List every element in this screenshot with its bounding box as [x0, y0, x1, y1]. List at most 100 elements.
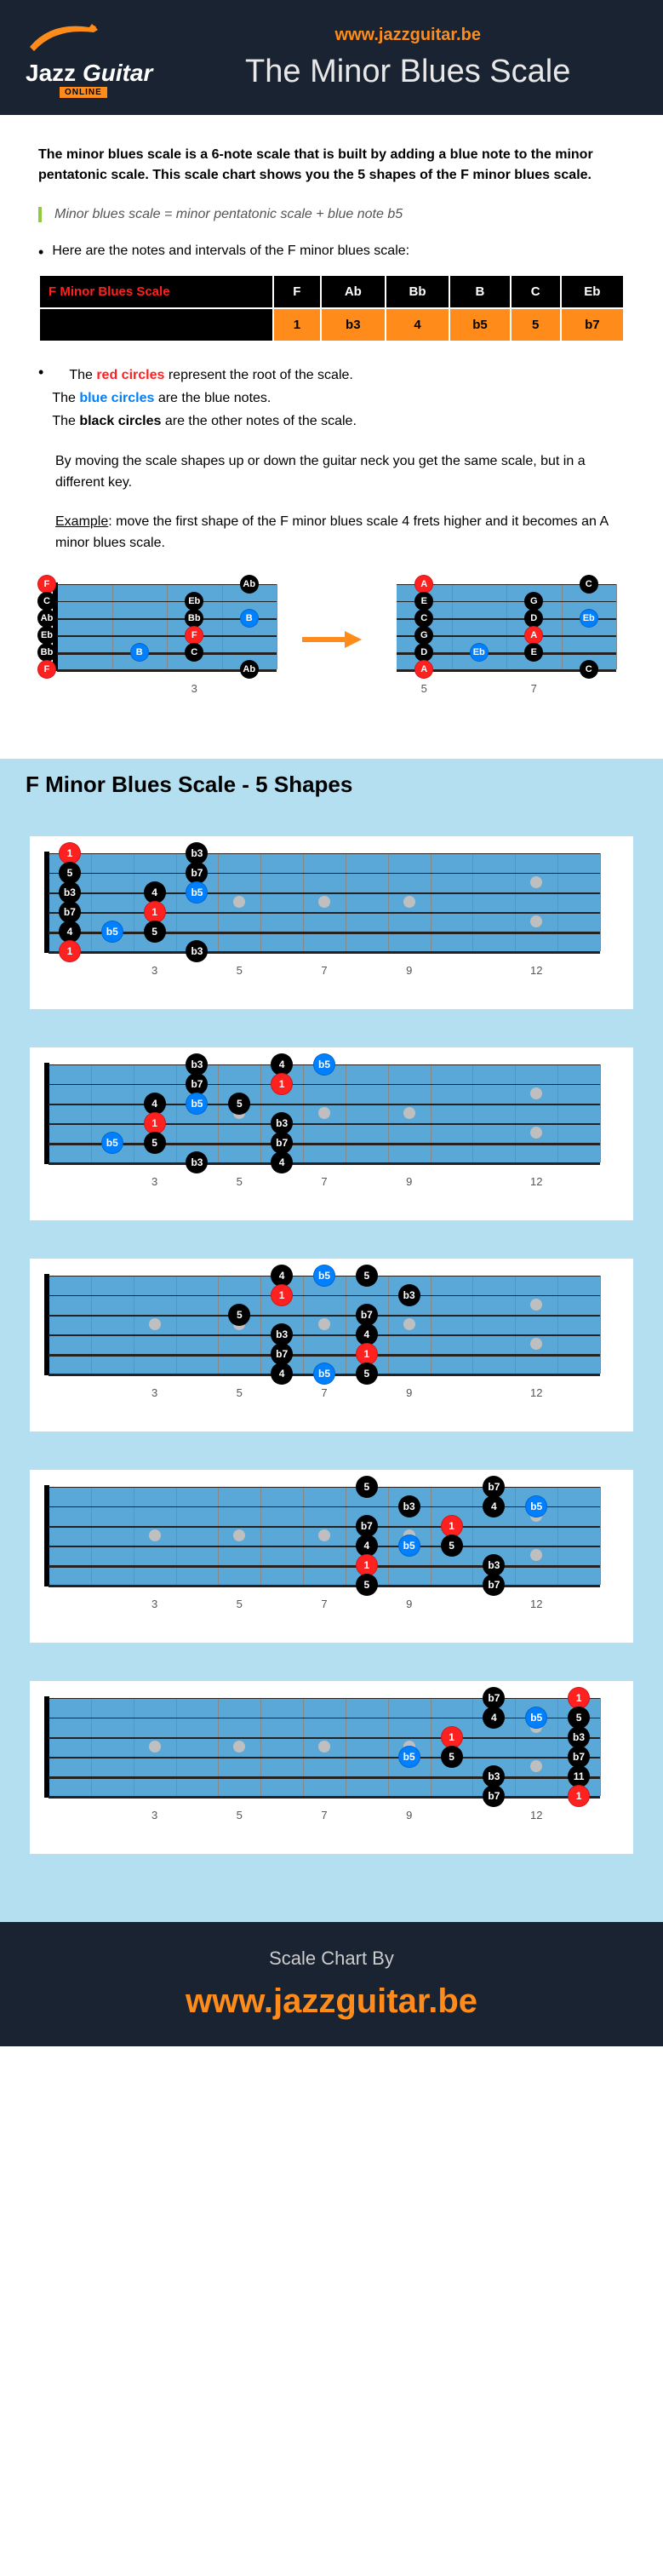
fret-number: 3	[151, 1386, 157, 1399]
scale-dot: b5	[313, 1053, 335, 1076]
scale-dot: Eb	[37, 626, 56, 645]
fret-number: 9	[406, 1809, 412, 1822]
scale-dot: b5	[101, 1132, 123, 1154]
shape-diagram: 4b551b35b7b34b714b55357912	[30, 1259, 633, 1431]
scale-dot: 5	[356, 1363, 378, 1385]
table-row: 1b34b55b7	[39, 308, 624, 341]
section-title: F Minor Blues Scale - 5 Shapes	[0, 759, 663, 811]
legend: The red circles represent the root of th…	[52, 364, 357, 433]
fret-number: 7	[321, 1809, 327, 1822]
shapes-wrapper: 1b35b7b34b5b714b551b3357912b34b5b714b551…	[0, 811, 663, 1922]
footer-url: www.jazzguitar.be	[26, 1982, 637, 2021]
scale-dot: F	[37, 575, 56, 594]
scale-dot: b5	[313, 1265, 335, 1287]
note-header: B	[449, 275, 510, 308]
fret-number: 5	[237, 1809, 243, 1822]
scale-dot: b3	[398, 1495, 420, 1517]
scale-dot: F	[37, 660, 56, 679]
scale-dot: D	[414, 643, 433, 662]
fret-number: 5	[237, 964, 243, 977]
scale-table: F Minor Blues ScaleFAbBbBCEb 1b34b55b7	[38, 274, 625, 342]
scale-dot: C	[414, 609, 433, 628]
scale-dot: E	[414, 592, 433, 611]
scale-dot: B	[240, 609, 259, 628]
scale-dot: b5	[313, 1363, 335, 1385]
scale-dot: b3	[186, 940, 208, 962]
scale-dot: Bb	[185, 609, 203, 628]
bullet-notes-intro: Here are the notes and intervals of the …	[38, 244, 625, 261]
shape-diagram: b714b551b3b55b7b311b71357912	[30, 1681, 633, 1854]
scale-dot: 5	[441, 1535, 463, 1557]
fret-number: 9	[406, 964, 412, 977]
fret-number: 7	[321, 1598, 327, 1610]
scale-dot: b5	[525, 1495, 547, 1517]
shift-text: By moving the scale shapes up or down th…	[55, 450, 625, 494]
scale-dot: C	[37, 592, 56, 611]
fret-number: 12	[530, 1175, 542, 1188]
scale-dot: 4	[483, 1495, 505, 1517]
page-header: Jazz Guitar ONLINE www.jazzguitar.be The…	[0, 0, 663, 115]
table-row: F Minor Blues ScaleFAbBbBCEb	[39, 275, 624, 308]
fret-number: 5	[237, 1386, 243, 1399]
table-title: F Minor Blues Scale	[39, 275, 273, 308]
fret-number: 5	[237, 1598, 243, 1610]
fret-number: 3	[191, 682, 197, 695]
shape-diagram: 1b35b7b34b5b714b551b3357912	[30, 836, 633, 1009]
scale-dot: 5	[228, 1304, 250, 1326]
scale-dot: b5	[101, 921, 123, 943]
scale-dot: b7	[483, 1574, 505, 1596]
example-fretboard-f: FAbCEbAbBbBEbFBbBCFAb3	[38, 576, 285, 703]
fret-number: 7	[531, 682, 537, 695]
fret-number: 3	[151, 1809, 157, 1822]
scale-dot: 1	[568, 1785, 590, 1807]
fret-number: 3	[151, 1175, 157, 1188]
scale-dot: Ab	[37, 609, 56, 628]
arrow-icon	[302, 631, 362, 648]
scale-dot: b5	[186, 881, 208, 904]
scale-dot: 5	[228, 1093, 250, 1115]
scale-dot: D	[524, 609, 543, 628]
intro-text: The minor blues scale is a 6-note scale …	[38, 145, 625, 186]
scale-dot: A	[524, 626, 543, 645]
fret-number: 12	[530, 964, 542, 977]
formula-quote: Minor blues scale = minor pentatonic sca…	[38, 207, 625, 222]
interval-cell: 5	[511, 308, 561, 341]
scale-dot: b7	[483, 1785, 505, 1807]
fret-number: 12	[530, 1598, 542, 1610]
page-footer: Scale Chart By www.jazzguitar.be	[0, 1922, 663, 2046]
example-diagrams: FAbCEbAbBbBEbFBbBCFAb3 ACEGCDEbGADEbEAC5…	[38, 576, 625, 703]
scale-dot: b5	[525, 1707, 547, 1729]
scale-dot: G	[414, 626, 433, 645]
scale-dot: 4	[271, 1151, 293, 1173]
scale-dot: Eb	[185, 592, 203, 611]
scale-dot: A	[414, 575, 433, 594]
note-header: F	[273, 275, 321, 308]
fret-number: 7	[321, 964, 327, 977]
scale-dot: Eb	[580, 609, 598, 628]
scale-dot: b5	[186, 1093, 208, 1115]
scale-dot: Ab	[240, 660, 259, 679]
scale-dot: b3	[398, 1284, 420, 1306]
fret-number: 12	[530, 1386, 542, 1399]
scale-dot: 1	[271, 1284, 293, 1306]
scale-dot: C	[580, 660, 598, 679]
bullet-legend: The red circles represent the root of th…	[38, 364, 625, 433]
fret-number: 9	[406, 1175, 412, 1188]
fret-number: 5	[237, 1175, 243, 1188]
fret-number: 3	[151, 964, 157, 977]
interval-cell: b5	[449, 308, 510, 341]
scale-dot: b5	[398, 1746, 420, 1768]
scale-dot: A	[414, 660, 433, 679]
scale-dot: 4	[271, 1363, 293, 1385]
note-header: C	[511, 275, 561, 308]
site-url: www.jazzguitar.be	[178, 26, 637, 45]
scale-dot: b3	[186, 1151, 208, 1173]
logo-text: Jazz Guitar	[26, 60, 152, 87]
fret-number: 7	[321, 1175, 327, 1188]
fret-number: 9	[406, 1598, 412, 1610]
footer-label: Scale Chart By	[26, 1948, 637, 1970]
scale-dot: 5	[356, 1574, 378, 1596]
scale-dot: 4	[483, 1707, 505, 1729]
shape-diagram: 5b7b34b5b714b551b35b7357912	[30, 1470, 633, 1643]
fret-number: 12	[530, 1809, 542, 1822]
